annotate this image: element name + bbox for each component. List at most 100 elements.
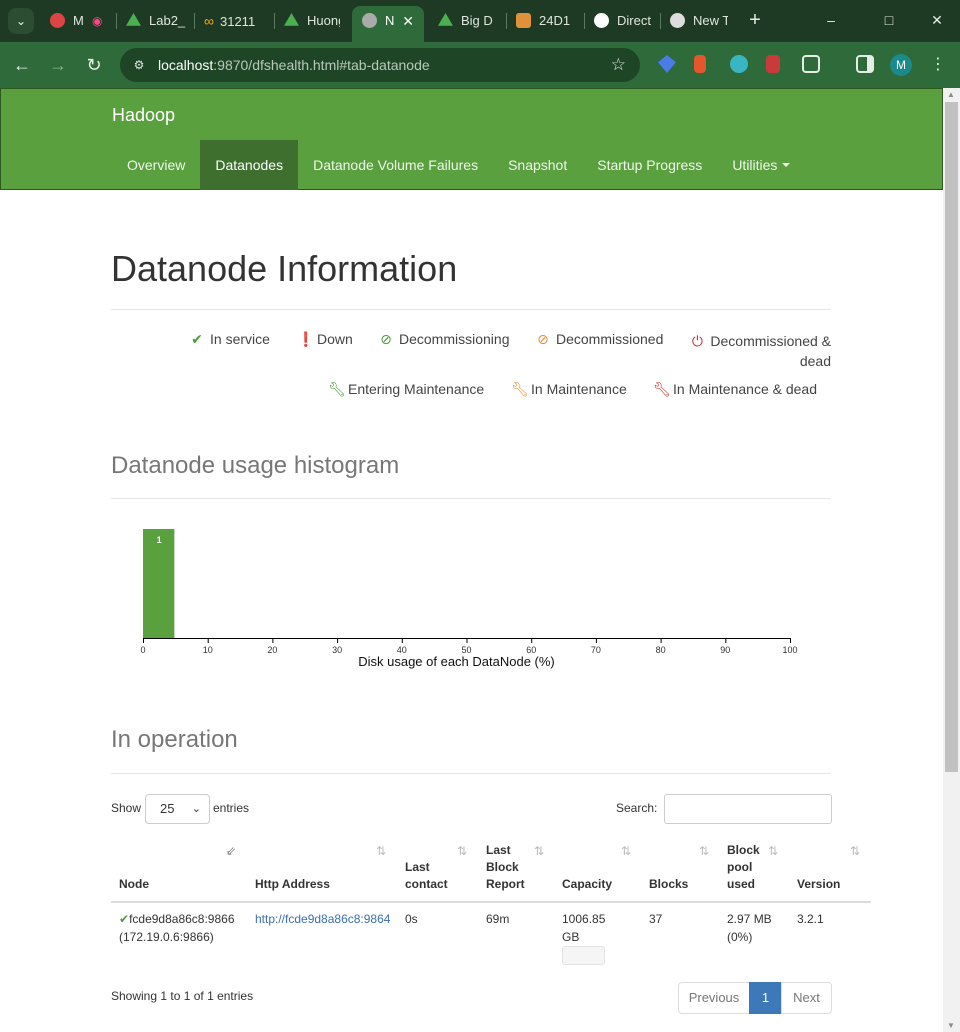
http-address-link[interactable]: http://fcde9d8a86c8:9864 [255, 912, 390, 926]
x-tick-label: 30 [332, 645, 342, 655]
x-axis-label: Disk usage of each DataNode (%) [358, 654, 555, 669]
extension-book-icon[interactable] [766, 55, 780, 73]
tab-separator [116, 13, 117, 29]
legend-label: Entering Maintenance [348, 381, 485, 397]
tab-label: Huong [307, 13, 340, 28]
col-last-contact[interactable]: Last contact [405, 859, 448, 893]
col-version[interactable]: Version [797, 876, 840, 893]
address-bar[interactable]: ⚙ localhost:9870/dfshealth.html#tab-data… [120, 48, 640, 82]
browser-tab-8[interactable]: Direct [594, 6, 652, 36]
browser-tab-strip: ⌄ M ◉ Lab2_ ∞31211 Huong N ✕ Big D 24D1 … [0, 0, 960, 42]
page-size-select[interactable]: 25 ⌄ [145, 794, 210, 824]
tab-search-chevron-icon[interactable]: ⌄ [8, 8, 34, 34]
nav-snapshot[interactable]: Snapshot [493, 140, 582, 190]
tab-label: Big D [461, 13, 493, 28]
legend-label-line2: dead [799, 353, 831, 369]
browser-tab-6[interactable]: Big D [438, 6, 496, 36]
page-size-value: 25 [160, 801, 175, 816]
col-http-address[interactable]: Http Address [255, 876, 330, 893]
profile-avatar[interactable]: M [890, 54, 912, 76]
browser-tab-4[interactable]: Huong [284, 6, 340, 36]
cell-version: 3.2.1 [797, 912, 824, 926]
col-label: Block [486, 860, 519, 874]
sort-both-icon[interactable]: ⇅ [457, 844, 467, 858]
col-label: Last [405, 860, 430, 874]
extension-globe-icon[interactable] [730, 55, 748, 73]
col-label: Last [486, 843, 511, 857]
ban-circle-icon: ⊘ [537, 331, 549, 347]
pagination-previous[interactable]: Previous [678, 982, 750, 1014]
legend-decommissioned-dead: ⏻ Decommissioned & dead [690, 331, 831, 371]
sort-desc-icon[interactable]: ⇙ [226, 844, 236, 858]
scroll-up-arrow-icon[interactable]: ▲ [947, 90, 955, 99]
legend-entering-maintenance: 🔧︎ Entering Maintenance [328, 381, 484, 398]
globe-icon [362, 13, 377, 28]
new-tab-plus-icon[interactable]: + [744, 9, 766, 31]
sort-both-icon[interactable]: ⇅ [850, 844, 860, 858]
col-label: contact [405, 877, 448, 891]
ban-circle-icon: ⊘ [380, 331, 392, 347]
nav-utilities[interactable]: Utilities [717, 140, 805, 190]
tab-label: New T [693, 13, 728, 28]
maximize-icon[interactable]: □ [878, 10, 900, 30]
browser-tab-1[interactable]: M ◉ [48, 6, 110, 36]
url-text: localhost:9870/dfshealth.html#tab-datano… [158, 57, 430, 73]
tab-separator [660, 13, 661, 29]
side-panel-icon[interactable] [856, 55, 874, 73]
browser-tab-3[interactable]: ∞ 31211 [204, 6, 274, 36]
reload-icon[interactable]: ↻ [82, 53, 106, 77]
sort-both-icon[interactable]: ⇅ [699, 844, 709, 858]
minimize-icon[interactable]: – [820, 10, 842, 30]
bookmark-star-icon[interactable]: ☆ [611, 55, 626, 75]
x-tick-label: 90 [720, 645, 730, 655]
col-capacity[interactable]: Capacity [562, 876, 612, 893]
legend-in-maintenance-dead: 🔧︎ In Maintenance & dead [653, 381, 817, 398]
extension-gem-icon[interactable] [658, 55, 676, 73]
site-info-icon[interactable]: ⚙ [130, 56, 148, 74]
legend-decommissioning: ⊘ Decommissioning [379, 331, 509, 348]
col-block-pool-used[interactable]: Block pool used [727, 842, 760, 893]
extensions-puzzle-icon[interactable] [802, 55, 820, 73]
capacity-unit: GB [562, 930, 580, 944]
search-input[interactable] [664, 794, 832, 824]
page-viewport: Hadoop Overview Datanodes Datanode Volum… [0, 88, 943, 1032]
sort-both-icon[interactable]: ⇅ [376, 844, 386, 858]
browser-tab-9[interactable]: New T [670, 6, 728, 36]
scroll-down-arrow-icon[interactable]: ▼ [947, 1021, 955, 1030]
vertical-scrollbar[interactable]: ▲ ▼ [943, 88, 960, 1032]
cell-capacity: 1006.85 GB [562, 910, 605, 946]
forward-arrow-icon[interactable]: → [46, 53, 70, 77]
node-name: fcde9d8a86c8:9866 [129, 912, 235, 926]
browser-tab-2[interactable]: Lab2_ [126, 6, 190, 36]
nav-datanodes[interactable]: Datanodes [200, 140, 299, 190]
col-node[interactable]: Node [119, 876, 149, 893]
title-divider [111, 309, 831, 310]
sort-both-icon[interactable]: ⇅ [768, 844, 778, 858]
col-last-block-report[interactable]: Last Block Report [486, 842, 525, 893]
legend-label: Down [317, 331, 353, 347]
col-blocks[interactable]: Blocks [649, 876, 688, 893]
browser-tab-7[interactable]: 24D1 [516, 6, 574, 36]
back-arrow-icon[interactable]: ← [10, 53, 34, 77]
close-tab-icon[interactable]: ✕ [402, 6, 414, 36]
browser-menu-icon[interactable]: ⋮ [930, 54, 946, 74]
nav-overview[interactable]: Overview [112, 140, 200, 190]
browser-tab-active[interactable]: N ✕ [352, 6, 424, 42]
brand-logo-text[interactable]: Hadoop [112, 105, 175, 126]
power-icon: ⏻ [691, 333, 703, 349]
pagination-page-1[interactable]: 1 [749, 982, 782, 1014]
drive-icon [284, 13, 299, 26]
pagination-next[interactable]: Next [781, 982, 832, 1014]
nav-volume-failures[interactable]: Datanode Volume Failures [298, 140, 493, 190]
nav-startup-progress[interactable]: Startup Progress [582, 140, 717, 190]
bing-icon[interactable] [694, 55, 706, 73]
entries-label: entries [213, 801, 250, 815]
legend-in-service: ✔ In service [190, 331, 270, 348]
search-label: Search: [616, 801, 658, 815]
wrench-icon: 🔧︎ [653, 381, 671, 397]
exclamation-circle-icon: ❗ [297, 331, 315, 347]
sort-both-icon[interactable]: ⇅ [621, 844, 631, 858]
window-close-icon[interactable]: ✕ [926, 10, 948, 30]
scrollbar-thumb[interactable] [945, 102, 958, 772]
sort-both-icon[interactable]: ⇅ [534, 844, 544, 858]
